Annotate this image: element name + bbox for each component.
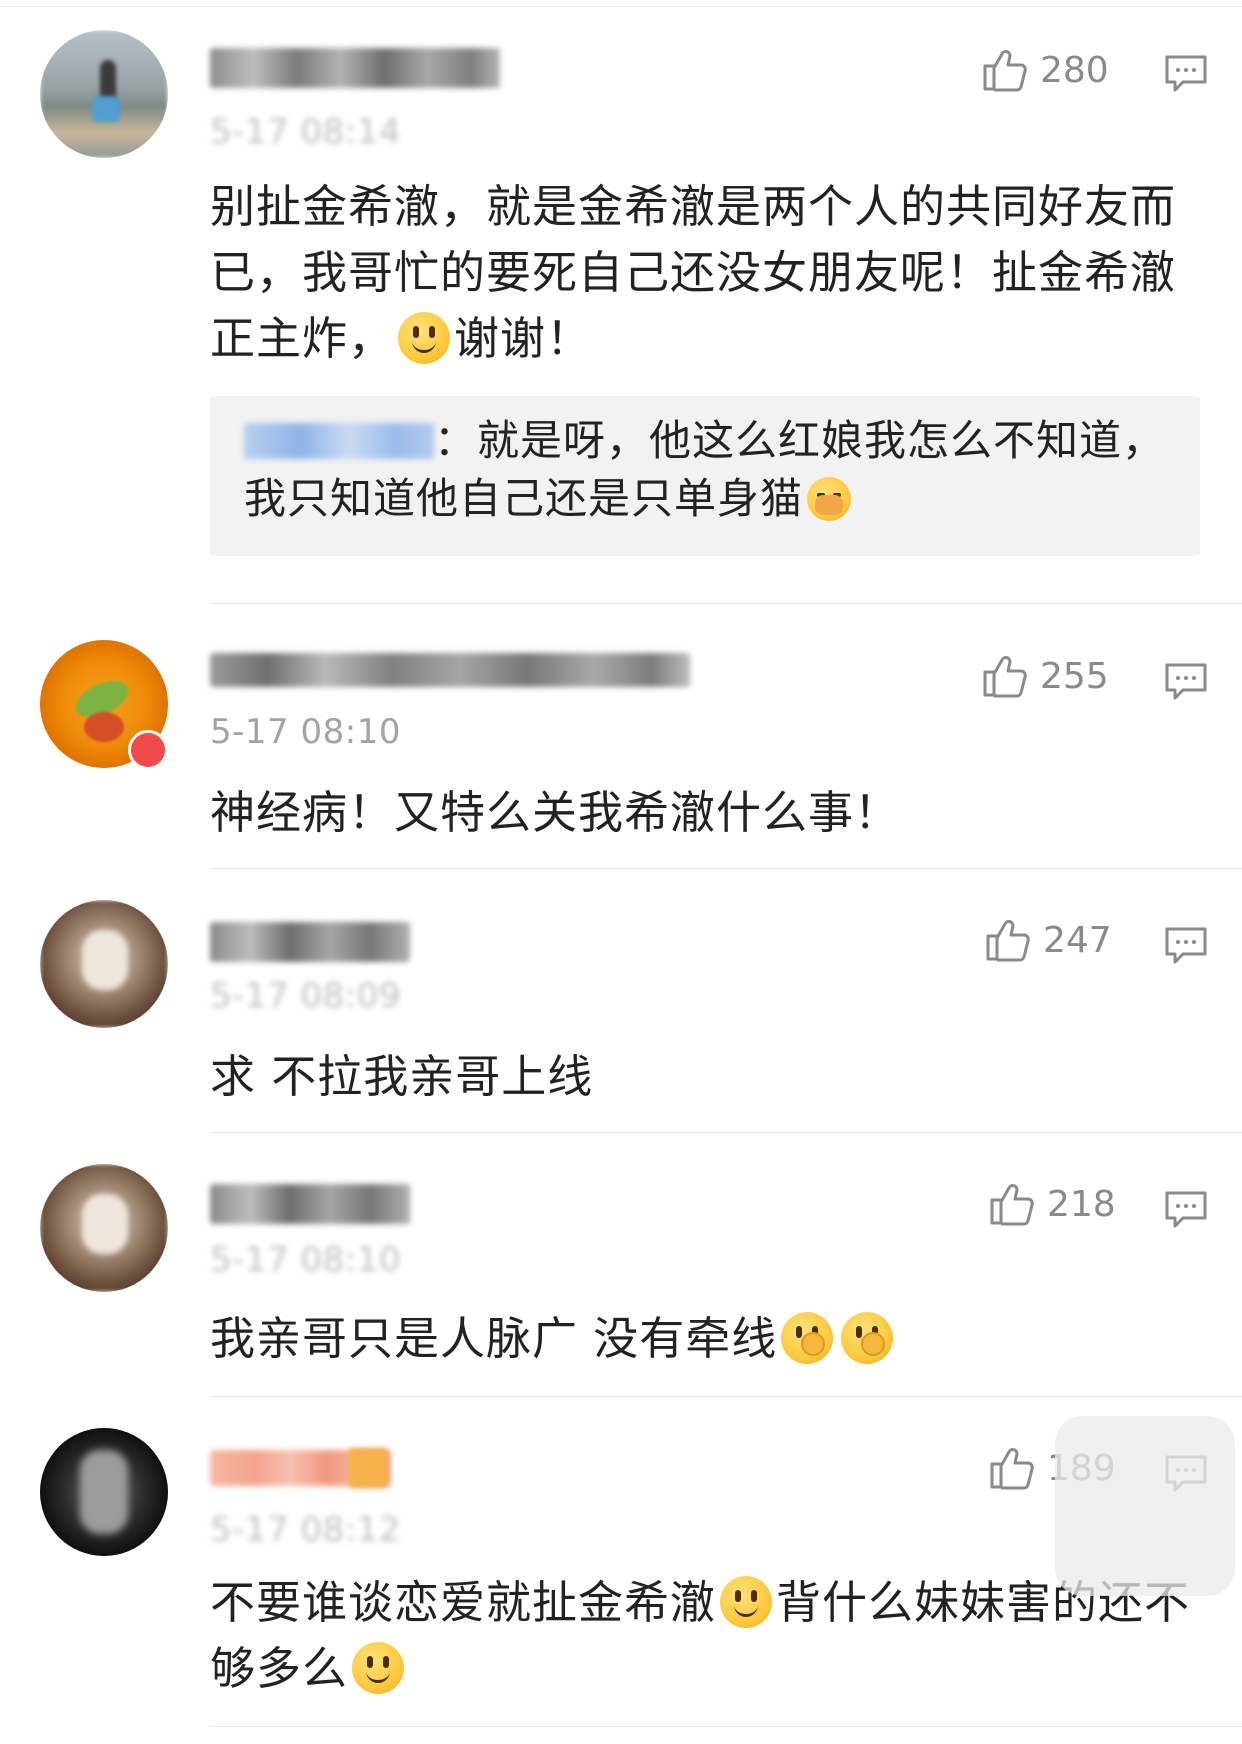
- like-icon: [983, 50, 1027, 92]
- like-icon: [986, 920, 1030, 962]
- username-blurred[interactable]: [210, 653, 690, 687]
- username-blurred[interactable]: [210, 48, 500, 88]
- like-button[interactable]: 218: [989, 1182, 1116, 1226]
- thinking-emoji: [781, 1312, 834, 1364]
- shy-emoji: [807, 477, 852, 521]
- comment-time: 5-17 08:14: [210, 112, 401, 152]
- like-button[interactable]: 280: [982, 48, 1109, 92]
- avatar[interactable]: [40, 900, 168, 1028]
- divider: [210, 1396, 1242, 1397]
- divider: [210, 1726, 1242, 1727]
- avatar[interactable]: [40, 1428, 168, 1556]
- comment-text: 不要谁谈恋爱就扯金希澈 背什么妹妹害的还不够多么: [210, 1576, 1191, 1695]
- smile-emoji: [352, 1642, 405, 1694]
- comment-text: 别扯金希澈，就是金希澈是两个人的共同好友而已，我哥忙的要死自己还没女朋友呢！扯金…: [210, 180, 1177, 365]
- comment-time: 5-17 08:12: [210, 1510, 401, 1550]
- reply-icon[interactable]: [1164, 926, 1208, 966]
- like-icon: [990, 1448, 1034, 1490]
- vip-badge: [128, 730, 168, 770]
- avatar[interactable]: [40, 30, 168, 158]
- reply-text: ：就是呀，他这么红娘我怎么不知道，我只知道他自己还是只单身猫: [244, 416, 1166, 523]
- like-count: 247: [1043, 919, 1112, 961]
- like-button[interactable]: 255: [982, 654, 1109, 698]
- divider: [210, 868, 1242, 869]
- comment-text: 神经病！又特么关我希澈什么事！: [210, 786, 901, 839]
- reply-icon[interactable]: [1164, 662, 1208, 702]
- comment-time: 5-17 08:10: [210, 712, 401, 752]
- reply-icon[interactable]: [1164, 54, 1208, 94]
- vip-icon: [348, 1448, 388, 1488]
- smile-emoji: [398, 312, 451, 364]
- comment-text: 求 不拉我亲哥上线: [210, 1050, 594, 1103]
- divider: [210, 1132, 1242, 1133]
- top-divider: [0, 6, 1242, 7]
- like-count: 280: [1040, 49, 1109, 91]
- username-blurred[interactable]: [210, 922, 410, 962]
- username-blurred[interactable]: [210, 1184, 410, 1224]
- comment-time: 5-17 08:10: [210, 1240, 401, 1280]
- like-icon: [983, 656, 1027, 698]
- reply-icon[interactable]: [1164, 1190, 1208, 1230]
- comment-time: 5-17 08:09: [210, 976, 401, 1016]
- comment-text: 我亲哥只是人脉广 没有牵线: [210, 1306, 1210, 1372]
- floating-action-button[interactable]: [1055, 1416, 1235, 1596]
- divider: [210, 603, 1242, 604]
- avatar[interactable]: [40, 1164, 168, 1292]
- reply-preview[interactable]: ：就是呀，他这么红娘我怎么不知道，我只知道他自己还是只单身猫: [210, 396, 1200, 556]
- like-icon: [990, 1184, 1034, 1226]
- smile-emoji: [720, 1576, 773, 1628]
- thinking-emoji: [841, 1312, 894, 1364]
- like-button[interactable]: 247: [985, 918, 1112, 962]
- like-count: 218: [1047, 1183, 1116, 1225]
- like-count: 255: [1040, 655, 1109, 697]
- reply-username-blurred[interactable]: [244, 423, 434, 459]
